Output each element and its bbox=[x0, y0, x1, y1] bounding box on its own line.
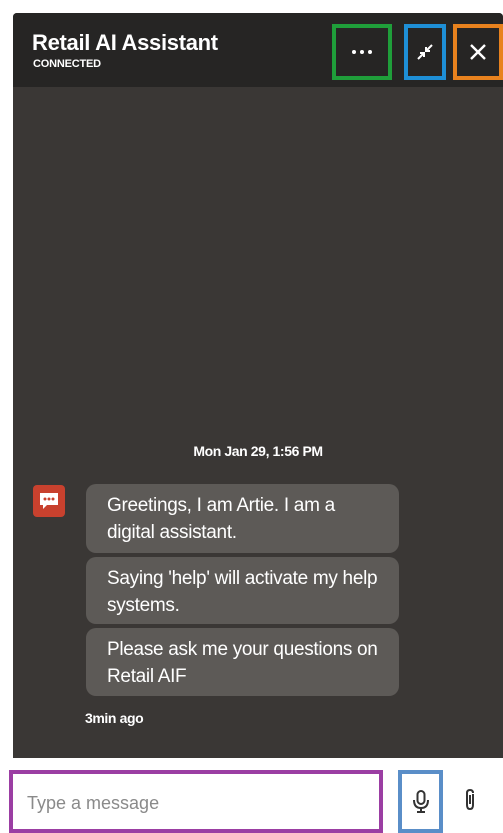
attach-button[interactable] bbox=[455, 782, 485, 818]
close-icon bbox=[470, 44, 486, 60]
bot-message: Greetings, I am Artie. I am a digital as… bbox=[86, 484, 399, 553]
close-button[interactable] bbox=[453, 24, 503, 80]
microphone-icon bbox=[412, 789, 429, 813]
chat-title: Retail AI Assistant bbox=[32, 30, 218, 55]
message-input[interactable] bbox=[25, 788, 369, 818]
paperclip-icon bbox=[466, 788, 474, 811]
connection-status: CONNECTED bbox=[33, 58, 101, 70]
more-options-button[interactable] bbox=[332, 24, 392, 80]
conversation-timestamp: Mon Jan 29, 1:56 PM bbox=[193, 443, 323, 459]
bot-message: Saying 'help' will activate my help syst… bbox=[86, 557, 399, 624]
chat-bubble-icon bbox=[40, 493, 58, 509]
chat-widget: Retail AI Assistant CONNECTED Mon Jan 29… bbox=[13, 13, 503, 758]
bot-avatar bbox=[33, 485, 65, 517]
collapse-icon bbox=[417, 44, 433, 60]
message-input-container bbox=[9, 770, 383, 833]
minimize-button[interactable] bbox=[404, 24, 446, 80]
bot-message: Please ask me your questions on Retail A… bbox=[86, 628, 399, 696]
ellipsis-icon bbox=[352, 50, 372, 54]
message-time-ago: 3min ago bbox=[85, 710, 144, 726]
chat-header: Retail AI Assistant CONNECTED bbox=[13, 13, 503, 87]
microphone-button[interactable] bbox=[398, 770, 443, 833]
